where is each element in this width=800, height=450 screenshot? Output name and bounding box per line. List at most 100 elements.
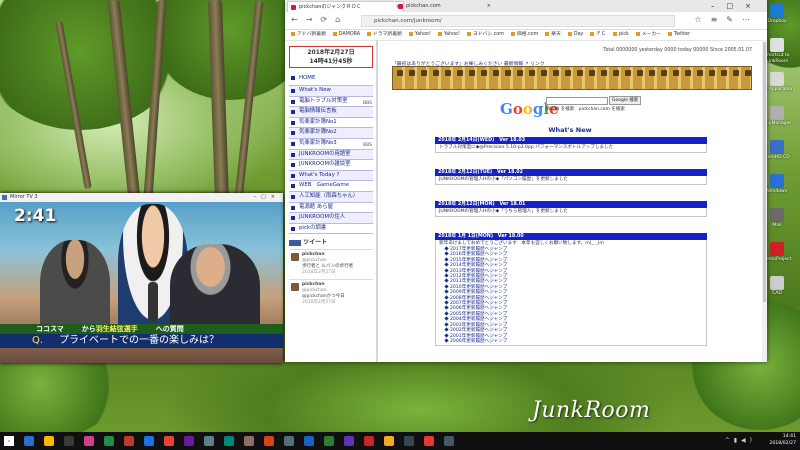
menu-item[interactable]: What's Today ?	[289, 170, 373, 182]
favorite-link[interactable]: pick	[612, 31, 629, 37]
taskbar-app-icon[interactable]	[384, 436, 394, 446]
window-controls[interactable]: –□×	[711, 0, 763, 12]
favorite-link[interactable]: 楽天	[545, 31, 561, 37]
taskbar-app-icon[interactable]	[164, 436, 174, 446]
toolbar-glyph-icon	[493, 70, 499, 76]
news-entry: 2018年 2月12日(TUE) Ver 18.02 JUNKROOMの管理人Hの…	[435, 169, 707, 185]
menu-item[interactable]: WEB GameGame	[289, 181, 373, 192]
taskbar-app-icon[interactable]	[144, 436, 154, 446]
menu-bullet-icon	[291, 131, 295, 136]
favorite-link[interactable]: ＦＣ	[590, 31, 606, 37]
main-content-frame: Total 0000000 yesterday 0000 today 00000…	[380, 40, 760, 362]
menu-bullet-icon	[291, 89, 295, 93]
browser-tool-icons[interactable]: ☆≡✎⋯	[694, 15, 759, 24]
favorite-link[interactable]: Yahoo!	[437, 31, 460, 37]
menu-item[interactable]: 気楽家計簿No3 BBS	[289, 139, 373, 150]
toolbar-glyph-icon	[589, 70, 595, 76]
taskbar-app-icon[interactable]	[404, 436, 414, 446]
menu-item[interactable]: JUNKROOMの住人	[289, 213, 373, 224]
taskbar-app-icon[interactable]	[444, 436, 454, 446]
taskbar-app-icon[interactable]	[304, 436, 314, 446]
taskbar-app-icon[interactable]	[264, 436, 274, 446]
favorite-icon	[367, 31, 372, 36]
taskbar-app-icon[interactable]	[344, 436, 354, 446]
google-search-button[interactable]: Google 検索	[609, 96, 642, 105]
favorite-link[interactable]: DAMORA	[332, 31, 360, 37]
tab-favicon	[398, 4, 403, 9]
tv-viewer-window[interactable]: Mirror TV 3 –□× 2:41 ココスマ から羽生結弦選手 への質問 Q.…	[0, 193, 283, 363]
menu-bullet-icon	[291, 141, 295, 146]
menu-item[interactable]: 気楽家計簿No2	[289, 128, 373, 139]
menu-item[interactable]: 電脳トラブル対策室 BBS	[289, 97, 373, 108]
menu-bullet-icon	[291, 184, 295, 189]
favorite-link[interactable]: ヨドバシ.com	[466, 31, 504, 37]
taskbar-app-icon[interactable]	[324, 436, 334, 446]
scrollbar-thumb[interactable]	[763, 42, 766, 302]
news-body: JUNKROOMの管理人Hの小◆「パソコン履歴」を更新しました	[435, 176, 707, 185]
favorite-link[interactable]: 価格.com	[510, 31, 538, 37]
menu-item[interactable]: What's New	[289, 86, 373, 97]
menu-bullet-icon	[291, 120, 295, 125]
menu-item[interactable]: JUNKROOMの雑談室	[289, 160, 373, 171]
toolbar-glyph-icon	[421, 70, 427, 76]
menu-item[interactable]: pickの調書	[289, 224, 373, 235]
desktop-app-icon	[770, 242, 784, 256]
menu-bullet-icon	[291, 194, 295, 199]
menu-item[interactable]: JUNKROOMの用語室	[289, 149, 373, 161]
avatar	[291, 283, 299, 292]
taskbar-app-icon[interactable]	[244, 436, 254, 446]
taskbar-app-icon[interactable]	[184, 436, 194, 446]
toolbar-glyph-icon	[625, 70, 631, 76]
tray-icons[interactable]: ^▮◀)	[725, 437, 756, 444]
taskbar-app-icon[interactable]	[284, 436, 294, 446]
menu-item[interactable]: HOME	[289, 71, 373, 86]
taskbar-app-icon[interactable]	[204, 436, 214, 446]
google-search-options[interactable]: WWW を検索 pickchan.com を検索	[546, 106, 625, 112]
tab-strip[interactable]: pickchanのジャンクＲＯＣ × pickchan.com × –□×	[285, 0, 767, 13]
menu-item[interactable]: 電源館 あら屋	[289, 203, 373, 214]
frame-divider[interactable]	[376, 40, 378, 362]
google-search-input[interactable]	[546, 97, 608, 105]
history-link[interactable]: 2000年更新履歴へジャンプ	[439, 338, 703, 344]
taskbar-app-icon[interactable]	[364, 436, 374, 446]
taskbar-app-icon[interactable]	[104, 436, 114, 446]
tweet[interactable]: pickchan @pickchan @pickchanかつ今日 2018年2月27日	[289, 279, 373, 306]
page-scrollbar[interactable]	[762, 40, 767, 362]
favorite-link[interactable]: Day	[567, 31, 583, 37]
menu-item[interactable]: 気楽家計簿No1	[289, 118, 373, 129]
toolbar-glyph-icon	[685, 70, 691, 76]
favorite-icon	[590, 31, 595, 36]
favorite-link[interactable]: メーカー	[635, 31, 661, 37]
window-controls[interactable]: –□×	[254, 193, 280, 202]
toolbar-glyph-icon	[409, 70, 415, 76]
start-button-icon[interactable]	[4, 436, 14, 446]
toolbar-glyph-icon	[661, 70, 667, 76]
favorite-link[interactable]: Twitter	[667, 31, 690, 37]
tab-close-icon[interactable]: ×	[487, 1, 491, 12]
news-text: JUNKROOMの管理人Hの小◆「うちら管理人」を更新しました	[439, 209, 569, 214]
taskbar-app-icon[interactable]	[24, 436, 34, 446]
favorite-link[interactable]: ドラマ新着順	[367, 31, 402, 37]
tv-viewer-titlebar[interactable]: Mirror TV 3 –□×	[0, 193, 283, 202]
taskbar: ^▮◀) 14:41 2018/02/27	[0, 432, 800, 450]
tweet-list: pickchan @pickchan 歩行者と ルバンの歩行者 2018年2月27日 p…	[289, 249, 373, 306]
url-field[interactable]: pickchan.com/junkroom/	[361, 15, 675, 27]
news-body: トラブル対策室に◆@Precision 5.10-p3.0pp パフォーマンスボ…	[435, 144, 707, 153]
menu-bullet-icon	[291, 110, 295, 115]
tweet[interactable]: pickchan @pickchan 歩行者と ルバンの歩行者 2018年2月27日	[289, 249, 373, 276]
taskbar-app-icon[interactable]	[84, 436, 94, 446]
taskbar-app-icon[interactable]	[64, 436, 74, 446]
favorite-link[interactable]: Yahoo!	[408, 31, 431, 37]
taskbar-app-icon[interactable]	[124, 436, 134, 446]
tab-pickchan[interactable]: pickchan.com ×	[395, 1, 494, 12]
toolbar-glyph-icon	[673, 70, 679, 76]
favorite-link[interactable]: アドバ新着順	[291, 31, 326, 37]
nav-buttons[interactable]: ←→⟳⌂	[291, 15, 348, 24]
menu-item[interactable]: 人工知能（雨森ちゃん）	[289, 191, 373, 203]
browser-window[interactable]: pickchanのジャンクＲＯＣ × pickchan.com × –□× ←→…	[285, 0, 767, 362]
taskbar-app-icon[interactable]	[44, 436, 54, 446]
taskbar-app-icon[interactable]	[224, 436, 234, 446]
tray-clock[interactable]: 14:41 2018/02/27	[770, 433, 796, 447]
menu-item[interactable]: 電脳情報伝言板	[289, 107, 373, 118]
taskbar-app-icon[interactable]	[424, 436, 434, 446]
